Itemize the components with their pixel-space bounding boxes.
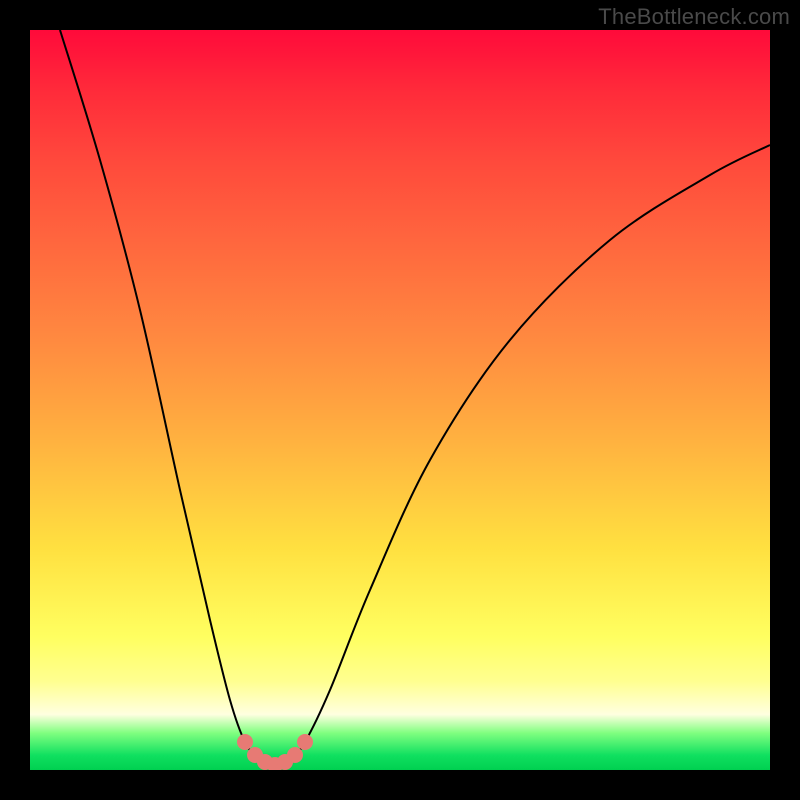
curve-markers xyxy=(30,30,770,770)
chart-plot-area xyxy=(30,30,770,770)
curve-marker xyxy=(287,747,303,763)
watermark-text: TheBottleneck.com xyxy=(598,4,790,30)
curve-marker xyxy=(237,734,253,750)
curve-marker xyxy=(297,734,313,750)
